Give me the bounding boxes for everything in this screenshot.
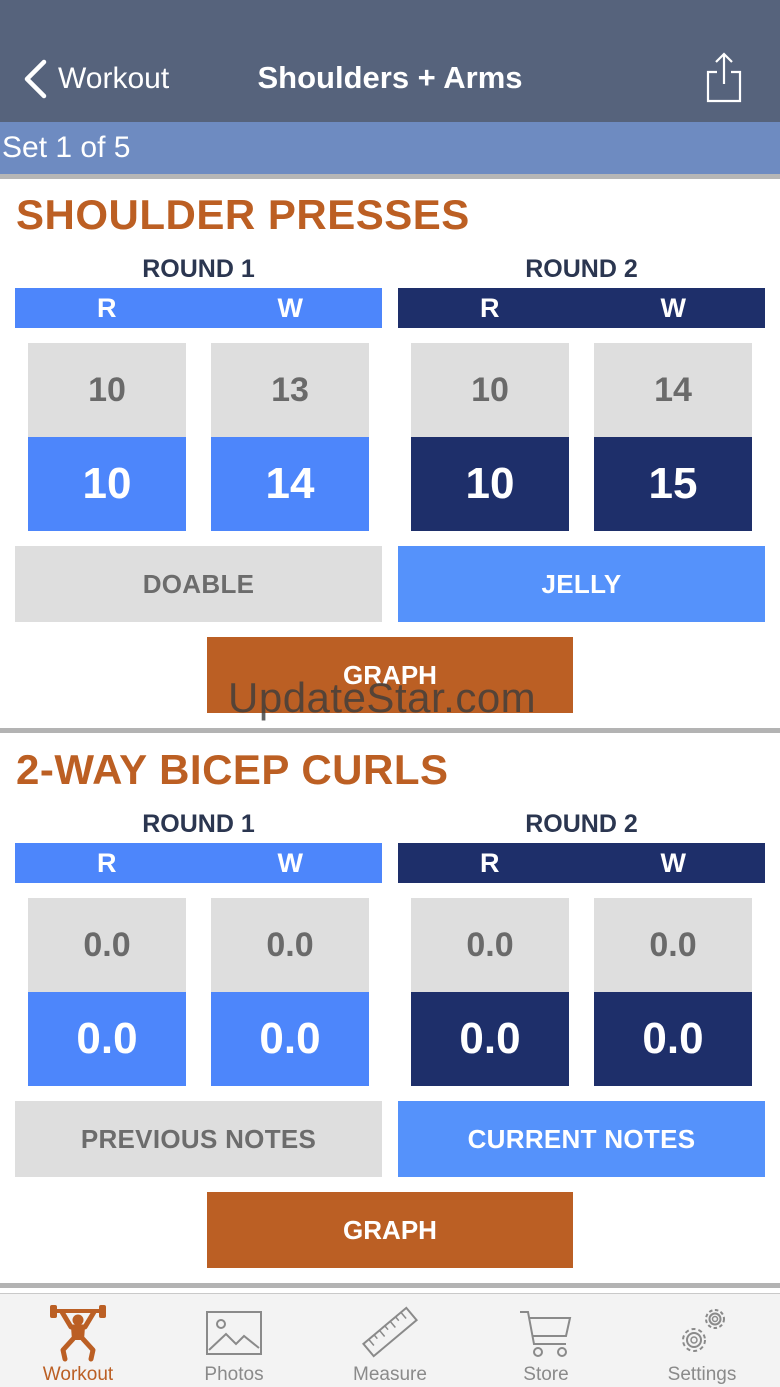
exercise-card: SHOULDER PRESSES ROUND 1 ROUND 2 R W R W… <box>0 191 780 731</box>
round-1-header: R W <box>15 843 382 883</box>
round-label: ROUND 1 <box>142 255 255 283</box>
cart-icon <box>520 1311 572 1357</box>
photo-icon <box>206 1311 262 1355</box>
current-reps-input[interactable]: 0.0 <box>28 992 186 1086</box>
gears-icon <box>682 1309 725 1352</box>
reps-header: R <box>480 293 500 323</box>
previous-notes-button[interactable]: DOABLE <box>15 546 382 622</box>
weight-cell-round-2: 14 15 <box>594 343 752 531</box>
back-button[interactable]: Workout <box>22 56 169 102</box>
round-label: ROUND 2 <box>525 255 638 283</box>
tab-store[interactable]: Store <box>468 1294 624 1387</box>
tab-photos[interactable]: Photos <box>156 1294 312 1387</box>
exercise-title: SHOULDER PRESSES <box>16 191 470 238</box>
tab-label: Settings <box>667 1364 737 1385</box>
previous-weight: 0.0 <box>211 898 369 992</box>
previous-weight: 0.0 <box>594 898 752 992</box>
previous-notes-button[interactable]: PREVIOUS NOTES <box>15 1101 382 1177</box>
weight-header: W <box>277 848 303 878</box>
weight-header: W <box>660 293 686 323</box>
chevron-left-icon <box>24 59 47 99</box>
tab-workout[interactable]: Workout <box>0 1294 156 1387</box>
current-weight-input[interactable]: 14 <box>211 437 369 531</box>
current-notes-button[interactable]: CURRENT NOTES <box>398 1101 765 1177</box>
graph-button[interactable]: GRAPH <box>207 637 573 713</box>
current-weight-input[interactable]: 15 <box>594 437 752 531</box>
tab-measure[interactable]: Measure <box>312 1294 468 1387</box>
tab-label: Workout <box>42 1364 114 1385</box>
current-weight-input[interactable]: 0.0 <box>211 992 369 1086</box>
previous-weight: 14 <box>594 343 752 437</box>
previous-weight: 13 <box>211 343 369 437</box>
current-weight-input[interactable]: 0.0 <box>594 992 752 1086</box>
reps-header: R <box>97 293 117 323</box>
divider <box>0 174 780 179</box>
round-2-header: R W <box>398 843 765 883</box>
previous-reps: 10 <box>411 343 569 437</box>
ruler-icon <box>361 1306 419 1358</box>
round-2-header: R W <box>398 288 765 328</box>
reps-header: R <box>480 848 500 878</box>
reps-header: R <box>97 848 117 878</box>
weight-cell-round-1: 0.0 0.0 <box>211 898 369 1086</box>
share-icon[interactable] <box>703 50 745 106</box>
current-reps-input[interactable]: 10 <box>411 437 569 531</box>
current-notes-button[interactable]: JELLY <box>398 546 765 622</box>
divider <box>0 728 780 733</box>
tab-bar: Workout Photos Measure Store Settings <box>0 1293 780 1387</box>
round-label: ROUND 2 <box>525 810 638 838</box>
tab-settings[interactable]: Settings <box>624 1294 780 1387</box>
graph-button[interactable]: GRAPH <box>207 1192 573 1268</box>
exercise-card: 2-WAY BICEP CURLS ROUND 1 ROUND 2 R W R … <box>0 746 780 1286</box>
set-indicator: Set 1 of 5 <box>0 122 780 174</box>
weight-cell-round-1: 13 14 <box>211 343 369 531</box>
weight-header: W <box>660 848 686 878</box>
previous-reps: 10 <box>28 343 186 437</box>
previous-reps: 0.0 <box>411 898 569 992</box>
weight-cell-round-2: 0.0 0.0 <box>594 898 752 1086</box>
round-1-header: R W <box>15 288 382 328</box>
exercise-title: 2-WAY BICEP CURLS <box>16 746 449 793</box>
current-reps-input[interactable]: 10 <box>28 437 186 531</box>
divider <box>0 1283 780 1288</box>
current-reps-input[interactable]: 0.0 <box>411 992 569 1086</box>
reps-cell-round-2: 10 10 <box>411 343 569 531</box>
tab-label: Store <box>523 1364 569 1385</box>
reps-cell-round-1: 10 10 <box>28 343 186 531</box>
reps-cell-round-2: 0.0 0.0 <box>411 898 569 1086</box>
tab-label: Photos <box>204 1364 264 1385</box>
reps-cell-round-1: 0.0 0.0 <box>28 898 186 1086</box>
weight-header: W <box>277 293 303 323</box>
navigation-bar: Workout Shoulders + Arms <box>0 0 780 122</box>
round-label: ROUND 1 <box>142 810 255 838</box>
weightlifter-icon <box>50 1305 106 1362</box>
back-button-label: Workout <box>58 62 170 95</box>
previous-reps: 0.0 <box>28 898 186 992</box>
tab-label: Measure <box>353 1364 427 1385</box>
